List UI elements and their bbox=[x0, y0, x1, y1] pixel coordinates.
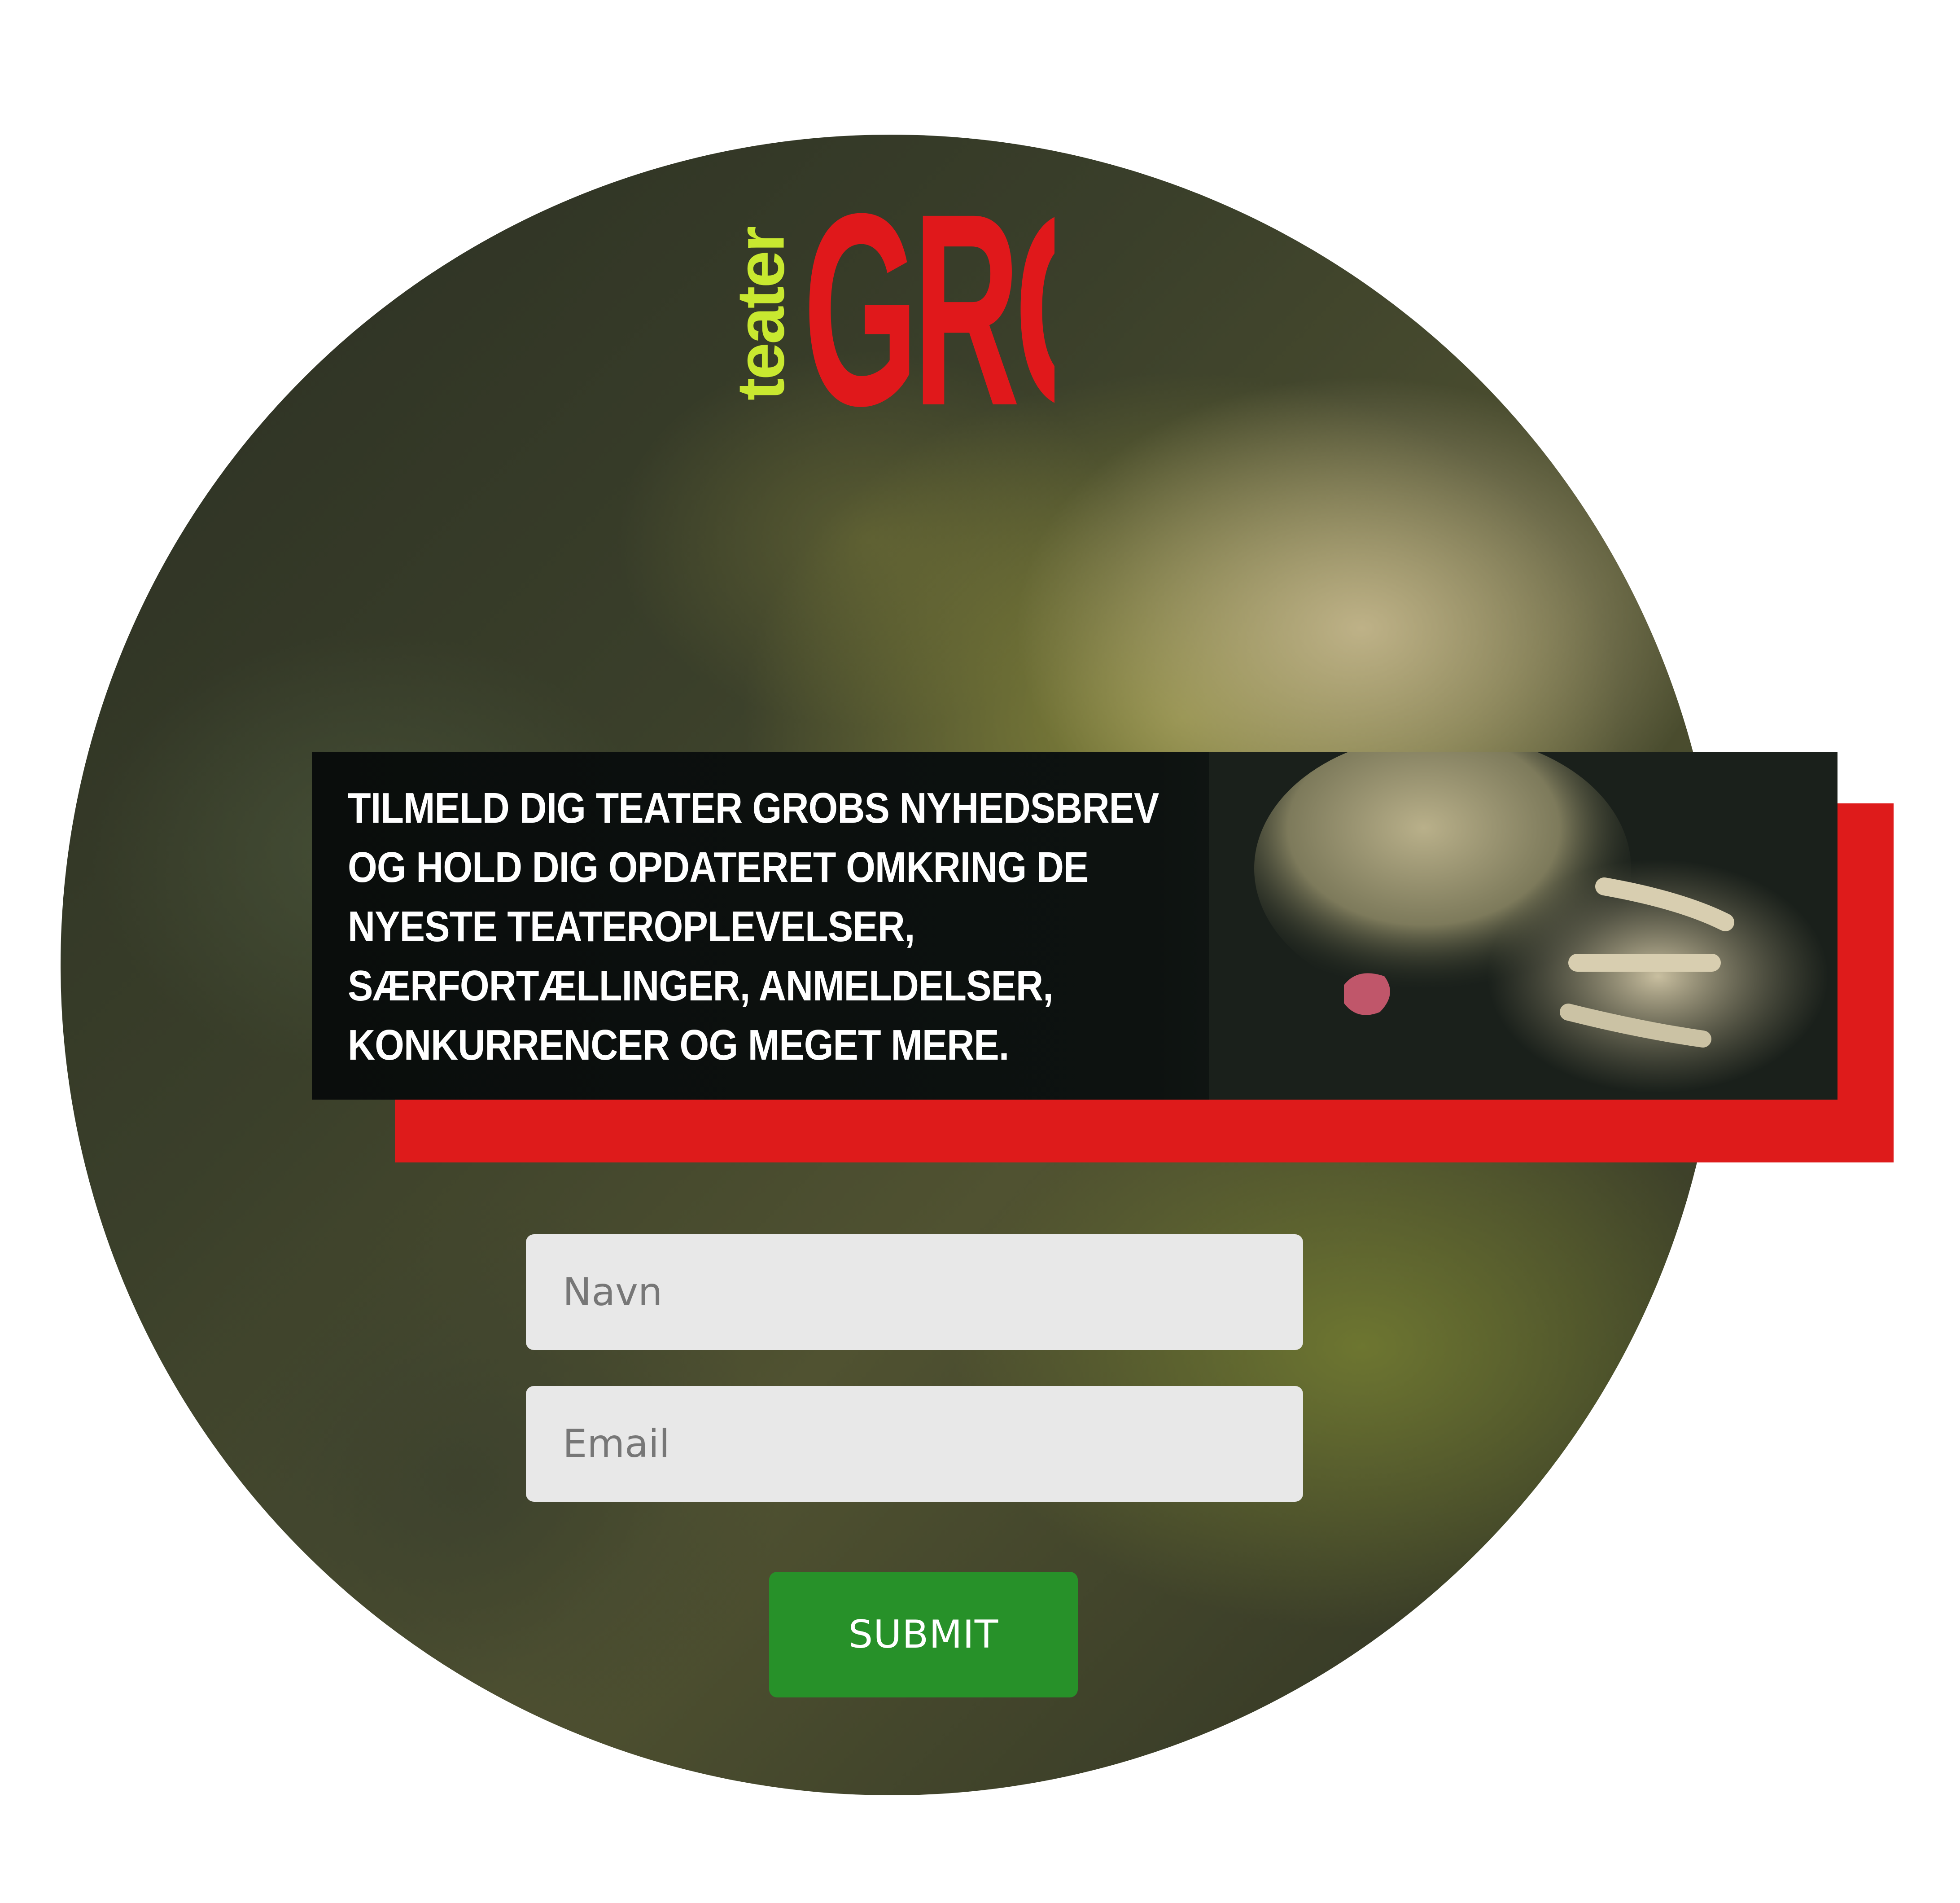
email-input[interactable] bbox=[526, 1386, 1303, 1502]
name-input[interactable] bbox=[526, 1234, 1303, 1350]
logo-teater-text: teater bbox=[722, 228, 798, 401]
newsletter-banner-text: Tilmeld dig Teater Grobs nyhedsbrev og h… bbox=[348, 784, 1159, 1069]
newsletter-banner: Tilmeld dig Teater Grobs nyhedsbrev og h… bbox=[312, 752, 1838, 1100]
teater-grob-logo: teater GROB bbox=[723, 189, 1055, 440]
logo-grob-word: GROB bbox=[803, 189, 1054, 440]
submit-button[interactable]: SUBMIT bbox=[769, 1572, 1078, 1697]
logo-grob-text: GROB bbox=[803, 189, 1054, 440]
performer-face-image bbox=[1209, 752, 1838, 1100]
logo-teater-word: teater bbox=[723, 189, 798, 440]
